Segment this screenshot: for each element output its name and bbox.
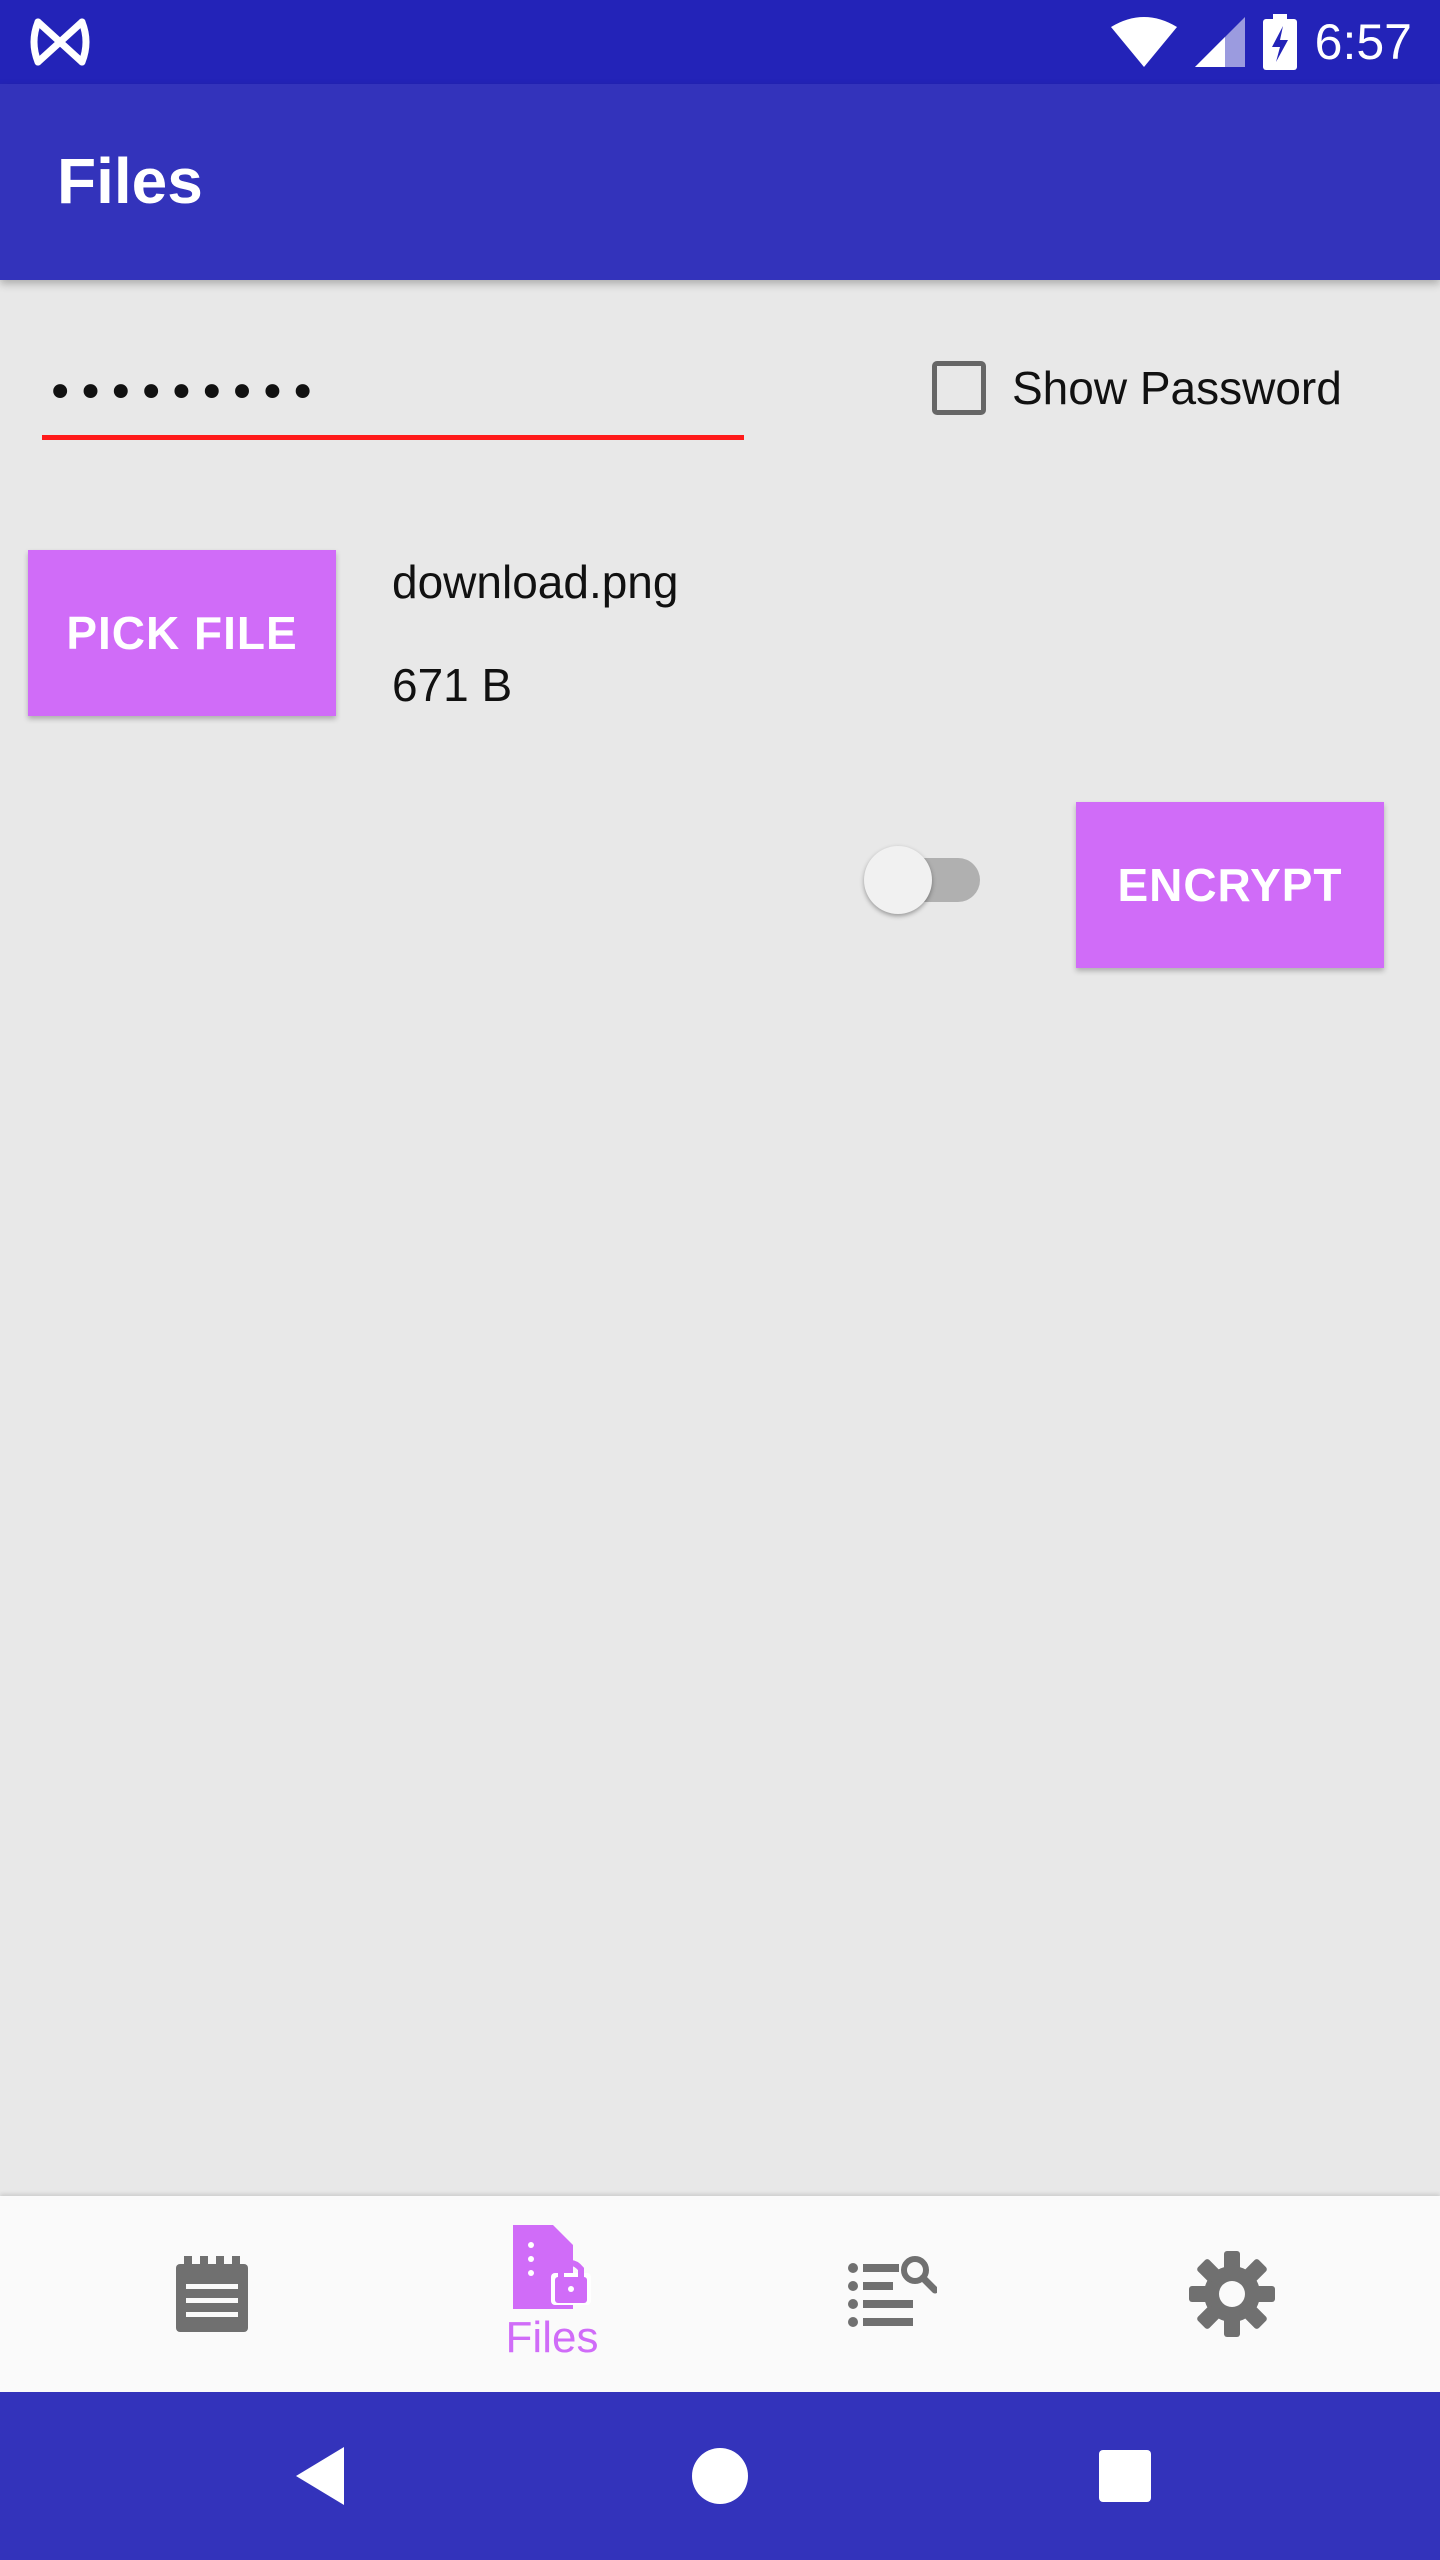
- password-field[interactable]: [42, 350, 744, 440]
- list-search-icon: [848, 2256, 937, 2327]
- nav-label-files: Files: [505, 2313, 599, 2362]
- show-password-label: Show Password: [1012, 362, 1342, 414]
- status-icons: 6:57: [1110, 0, 1412, 84]
- home-icon: [692, 2448, 748, 2504]
- mode-switch[interactable]: [864, 840, 984, 914]
- nav-item-notes[interactable]: [32, 2196, 392, 2392]
- app-logo-icon: [30, 18, 90, 66]
- recents-button[interactable]: [1075, 2392, 1175, 2560]
- battery-charging-icon: [1262, 14, 1297, 70]
- home-button[interactable]: [670, 2392, 770, 2560]
- signal-icon: [1194, 17, 1245, 67]
- gear-icon: [1189, 2251, 1275, 2337]
- screen: 6:57 Files Show Password PICK FILE downl…: [0, 0, 1440, 2560]
- switch-thumb: [864, 846, 932, 914]
- show-password-checkbox[interactable]: [932, 361, 986, 415]
- file-name: download.png: [392, 556, 679, 608]
- wifi-icon: [1110, 17, 1177, 67]
- system-navigation-bar: [0, 2392, 1440, 2560]
- file-lock-icon: [513, 2225, 591, 2309]
- back-button[interactable]: [270, 2392, 370, 2560]
- bottom-navigation: Files: [0, 2196, 1440, 2392]
- encrypt-button[interactable]: ENCRYPT: [1076, 802, 1384, 968]
- nav-item-files[interactable]: Files: [372, 2196, 732, 2392]
- app-bar: Files: [0, 84, 1440, 280]
- nav-item-search-list[interactable]: [712, 2196, 1072, 2392]
- file-size: 671 B: [392, 659, 513, 711]
- pick-file-button[interactable]: PICK FILE: [28, 550, 336, 716]
- nav-item-settings[interactable]: [1052, 2196, 1412, 2392]
- back-icon: [296, 2447, 344, 2505]
- page-title: Files: [57, 145, 203, 217]
- status-time: 6:57: [1314, 14, 1412, 70]
- notes-icon: [176, 2256, 248, 2332]
- show-password-toggle[interactable]: Show Password: [932, 352, 1342, 424]
- recents-icon: [1099, 2450, 1151, 2502]
- status-bar: 6:57: [0, 0, 1440, 84]
